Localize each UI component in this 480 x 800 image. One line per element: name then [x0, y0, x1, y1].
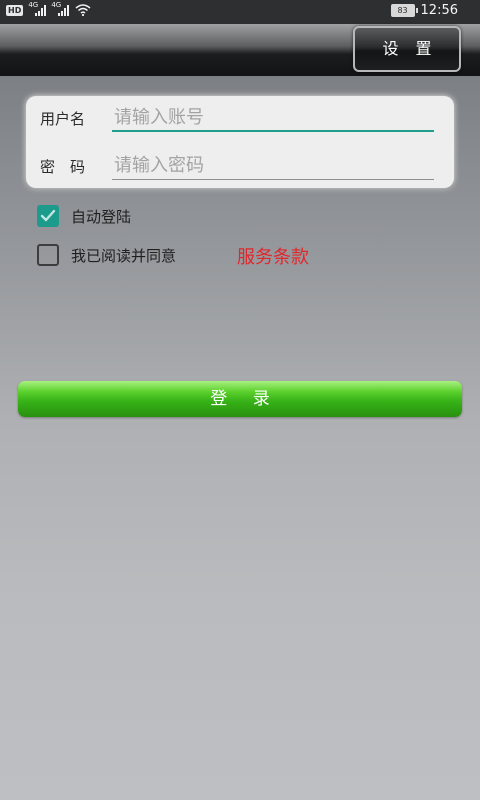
status-right: 83 12:56	[390, 3, 458, 18]
agree-checkbox[interactable]	[37, 244, 59, 266]
agree-label: 我已阅读并同意	[71, 246, 177, 265]
settings-button[interactable]: 设 置	[353, 26, 461, 72]
auto-login-checkbox[interactable]	[37, 205, 59, 227]
auto-login-label: 自动登陆	[71, 207, 132, 226]
signal-icon: 4G	[28, 1, 47, 16]
login-form: 用户名 密 码	[26, 96, 454, 188]
username-label: 用户名	[40, 110, 86, 128]
status-bar: HD 4G 4G 83 12:56	[0, 0, 480, 24]
password-label: 密 码	[40, 158, 86, 176]
signal-icon: 4G	[51, 1, 70, 16]
login-button[interactable]: 登 录	[18, 381, 462, 417]
terms-link[interactable]: 服务条款	[237, 243, 309, 269]
hd-icon: HD	[6, 4, 24, 16]
status-left: HD 4G 4G	[6, 1, 91, 16]
auto-login-option[interactable]: 自动登陆	[37, 205, 131, 227]
battery-icon: 83	[390, 4, 418, 17]
password-input[interactable]	[112, 152, 434, 180]
checkmark-icon	[40, 209, 56, 222]
clock: 12:56	[420, 3, 458, 18]
username-input[interactable]	[112, 104, 434, 132]
wifi-icon	[75, 4, 91, 16]
agree-option[interactable]: 我已阅读并同意	[37, 244, 176, 266]
